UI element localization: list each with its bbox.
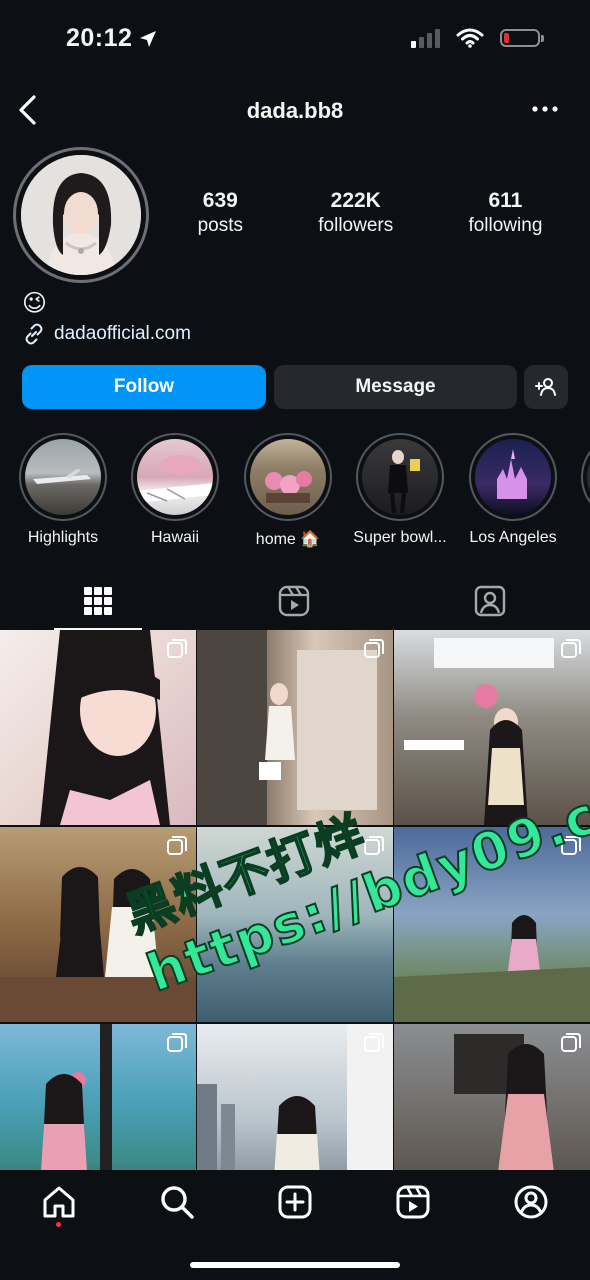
tab-reels[interactable] (196, 572, 392, 630)
grid-icon (84, 587, 112, 615)
post-thumbnail[interactable] (197, 1024, 393, 1170)
highlight-item[interactable]: Los Angeles (465, 433, 561, 547)
post-thumbnail[interactable] (0, 630, 196, 825)
carousel-icon (561, 1033, 581, 1052)
clock: 20:12 (66, 24, 133, 52)
reels-icon (278, 585, 310, 617)
highlight-label: Los Angeles (469, 529, 557, 546)
profile-page: 20:12 dada.bb8 639 posts 222K followers … (0, 0, 590, 1280)
highlight-item[interactable]: Highlights (15, 433, 111, 547)
search-icon[interactable] (159, 1184, 195, 1220)
stat-number: 222K (330, 189, 381, 212)
highlight-item[interactable]: home 🏠 (240, 433, 336, 549)
message-button[interactable]: Message (274, 365, 517, 409)
carousel-icon (364, 639, 384, 658)
username-title: dada.bb8 (246, 98, 344, 123)
highlight-ring (581, 433, 590, 521)
carousel-icon (167, 639, 187, 658)
battery-fill (504, 33, 509, 43)
carousel-icon (167, 1033, 187, 1052)
home-icon[interactable] (41, 1184, 77, 1220)
stat-label: posts (197, 215, 244, 236)
highlight-item[interactable] (577, 433, 590, 521)
highlight-cover (25, 439, 101, 515)
post-thumbnail[interactable] (394, 827, 590, 1022)
bio-link[interactable]: dadaofficial.com (22, 322, 191, 346)
tab-tagged[interactable] (392, 572, 588, 630)
post-thumbnail[interactable] (394, 630, 590, 825)
tab-posts[interactable] (0, 572, 196, 630)
create-icon[interactable] (277, 1184, 313, 1220)
carousel-icon (561, 639, 581, 658)
highlight-ring (244, 433, 332, 521)
reels-icon[interactable] (395, 1184, 431, 1220)
post-thumbnail[interactable] (0, 1024, 196, 1170)
profile-stats: 639 posts 222K followers 611 following (160, 188, 580, 238)
more-horizontal-icon[interactable] (530, 97, 560, 121)
story-highlights: Highlights Hawaii home 🏠 Super bowl... L… (0, 433, 590, 553)
highlight-label: Super bowl... (353, 529, 447, 546)
carousel-icon (167, 836, 187, 855)
add-user-icon (535, 378, 556, 396)
stat-following[interactable]: 611 following (468, 188, 542, 238)
battery-icon (500, 29, 544, 47)
follow-button[interactable]: Follow (22, 365, 266, 409)
add-user-button[interactable] (524, 365, 568, 409)
highlight-ring (356, 433, 444, 521)
stat-followers[interactable]: 222K followers (318, 188, 393, 238)
stat-label: followers (318, 215, 394, 236)
status-time: 20:12 (66, 24, 158, 53)
profile-header: dada.bb8 (0, 85, 590, 135)
highlight-label: Highlights (27, 529, 99, 546)
tagged-icon (474, 585, 506, 617)
highlight-cover (250, 439, 326, 515)
post-thumbnail[interactable] (197, 630, 393, 825)
post-thumbnail[interactable] (197, 827, 393, 1022)
stat-number: 611 (488, 189, 523, 212)
post-thumbnail[interactable] (0, 827, 196, 1022)
notification-dot (56, 1222, 61, 1227)
wifi-icon (456, 28, 484, 48)
avatar (21, 155, 141, 275)
post-thumbnail[interactable] (394, 1024, 590, 1170)
link-text: dadaofficial.com (54, 323, 191, 344)
highlight-label: home 🏠 (255, 531, 321, 548)
avatar-ring[interactable] (13, 147, 149, 283)
location-arrow-icon (140, 30, 157, 47)
highlight-item[interactable]: Hawaii (127, 433, 223, 547)
profile-actions: Follow Message (22, 365, 568, 409)
highlight-ring (469, 433, 557, 521)
home-indicator[interactable] (190, 1262, 400, 1268)
carousel-icon (561, 836, 581, 855)
carousel-icon (364, 836, 384, 855)
link-icon (25, 323, 43, 345)
carousel-icon (364, 1033, 384, 1052)
status-icons (411, 28, 544, 48)
profile-tabs (0, 572, 590, 630)
avatar-image (21, 155, 141, 275)
highlight-cover (362, 439, 438, 515)
posts-grid (0, 630, 590, 1170)
status-bar: 20:12 (0, 0, 590, 80)
profile-icon[interactable] (513, 1184, 549, 1220)
bio-emoji: 😉 (22, 290, 48, 317)
highlight-ring (19, 433, 107, 521)
highlight-cover (475, 439, 551, 515)
stat-posts[interactable]: 639 posts (198, 188, 243, 238)
highlight-item[interactable]: Super bowl... (352, 433, 448, 547)
stat-label: following (468, 215, 543, 236)
highlight-ring (131, 433, 219, 521)
cellular-signal-icon (411, 28, 440, 48)
stat-number: 639 (202, 189, 238, 212)
highlight-label: Hawaii (150, 529, 199, 546)
highlight-cover (137, 439, 213, 515)
